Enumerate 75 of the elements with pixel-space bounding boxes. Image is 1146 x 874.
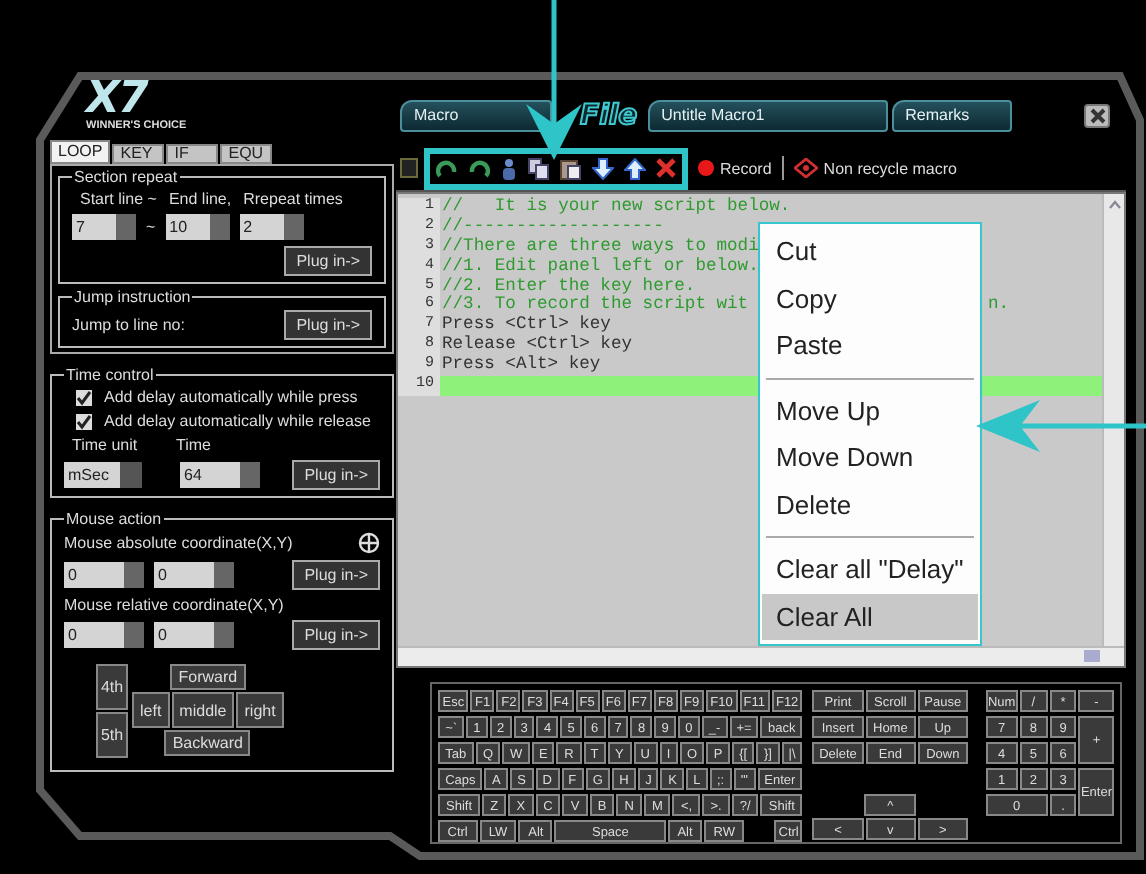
menu-item[interactable]: Cut	[762, 228, 978, 275]
forward-button[interactable]: Forward	[170, 664, 246, 690]
script-line: //3. To record the script wit	[440, 296, 749, 315]
group-title: Time control	[64, 366, 156, 384]
mouse-button[interactable]: right	[236, 692, 284, 728]
diamond-icon	[793, 158, 818, 178]
script-editor[interactable]	[396, 192, 1126, 668]
menu-item[interactable]: Paste	[762, 322, 978, 369]
plug-in-button[interactable]: Plug in->	[292, 460, 380, 490]
scroll-up-icon[interactable]	[1107, 200, 1121, 210]
menu-item[interactable]: Copy	[762, 275, 978, 322]
script-line: //2. Enter the key here.	[440, 277, 696, 296]
panel-tab[interactable]: IF	[166, 144, 219, 164]
group-title: Mouse action	[64, 510, 164, 528]
panel-tab[interactable]: LOOP	[50, 140, 111, 164]
delete-icon[interactable]	[656, 158, 676, 178]
menu-item[interactable]: Delete	[762, 481, 978, 528]
field-label: Jump to line no:	[72, 316, 185, 334]
script-line: n.	[988, 296, 1010, 317]
macro-name-field[interactable]: Untitle Macro1	[647, 100, 888, 132]
panel-tab[interactable]: EQU	[220, 144, 273, 164]
side-button[interactable]: 5th	[96, 712, 128, 758]
square-icon[interactable]	[400, 158, 418, 178]
field-label: Start line ~	[80, 190, 157, 208]
backward-button[interactable]: Backward	[164, 730, 251, 756]
menu-item[interactable]: Move Down	[762, 434, 978, 481]
group-title: Section repeat	[72, 168, 180, 186]
down-arrow-icon[interactable]	[592, 157, 614, 179]
plug-in-button[interactable]: Plug in->	[292, 620, 380, 650]
field-label: Time unit	[72, 436, 140, 454]
field-label: Mouse absolute coordinate(X,Y)	[64, 534, 293, 552]
panel-tab[interactable]: KEY	[112, 144, 165, 164]
field-label: Time	[176, 436, 211, 454]
up-arrow-icon[interactable]	[624, 157, 646, 179]
field-label: Rrepeat times	[243, 190, 343, 208]
close-button[interactable]	[1084, 104, 1110, 128]
mouse-button[interactable]: middle	[171, 692, 235, 728]
record-dot-icon	[698, 160, 714, 176]
group-title: Jump instruction	[72, 288, 193, 306]
undo-icon[interactable]	[436, 158, 458, 178]
figure-icon[interactable]	[500, 157, 518, 179]
range-separator: ~	[146, 218, 156, 236]
logo-title: X7	[86, 80, 147, 120]
side-button[interactable]: 4th	[96, 664, 128, 710]
crosshair-icon	[358, 532, 380, 554]
checkbox[interactable]	[76, 389, 92, 405]
script-line: //-------------------	[440, 217, 664, 237]
script-line: Release <Ctrl> key	[440, 336, 633, 355]
script-line: //There are three ways to modi	[440, 237, 759, 257]
checkbox-label: Add delay automatically while press	[104, 388, 358, 406]
non-recycle-button[interactable]: Non recycle macro	[789, 158, 961, 178]
copy-icon[interactable]	[528, 157, 550, 179]
plug-in-button[interactable]: Plug in->	[292, 560, 380, 590]
horizontal-scrollbar[interactable]	[398, 646, 1124, 666]
remarks-dropdown[interactable]: Remarks	[891, 100, 1012, 132]
script-line: Press <Alt> key	[440, 356, 601, 377]
plug-in-button[interactable]: Plug in->	[284, 246, 372, 276]
paste-icon[interactable]	[560, 157, 582, 179]
mouse-button[interactable]: left	[132, 692, 170, 728]
checkbox[interactable]	[76, 413, 92, 429]
script-line: //1. Edit panel left or below.	[440, 257, 759, 277]
record-button[interactable]: Record	[694, 159, 776, 177]
file-logo: File	[580, 100, 638, 132]
macro-dropdown[interactable]: Macro	[400, 100, 552, 132]
redo-icon[interactable]	[468, 158, 490, 178]
field-label: Mouse relative coordinate(X,Y)	[64, 596, 284, 614]
field-label: End line,	[168, 190, 232, 208]
script-line: Press <Ctrl> key	[440, 316, 611, 335]
menu-item[interactable]: Clear All	[762, 593, 978, 640]
menu-item[interactable]: Move Up	[762, 387, 978, 434]
script-line: // It is your new script below.	[440, 198, 791, 217]
vertical-scrollbar[interactable]	[1102, 194, 1124, 648]
plug-in-button[interactable]: Plug in->	[284, 310, 372, 340]
menu-item[interactable]: Clear all "Delay"	[762, 546, 978, 593]
checkbox-label: Add delay automatically while release	[104, 412, 371, 430]
